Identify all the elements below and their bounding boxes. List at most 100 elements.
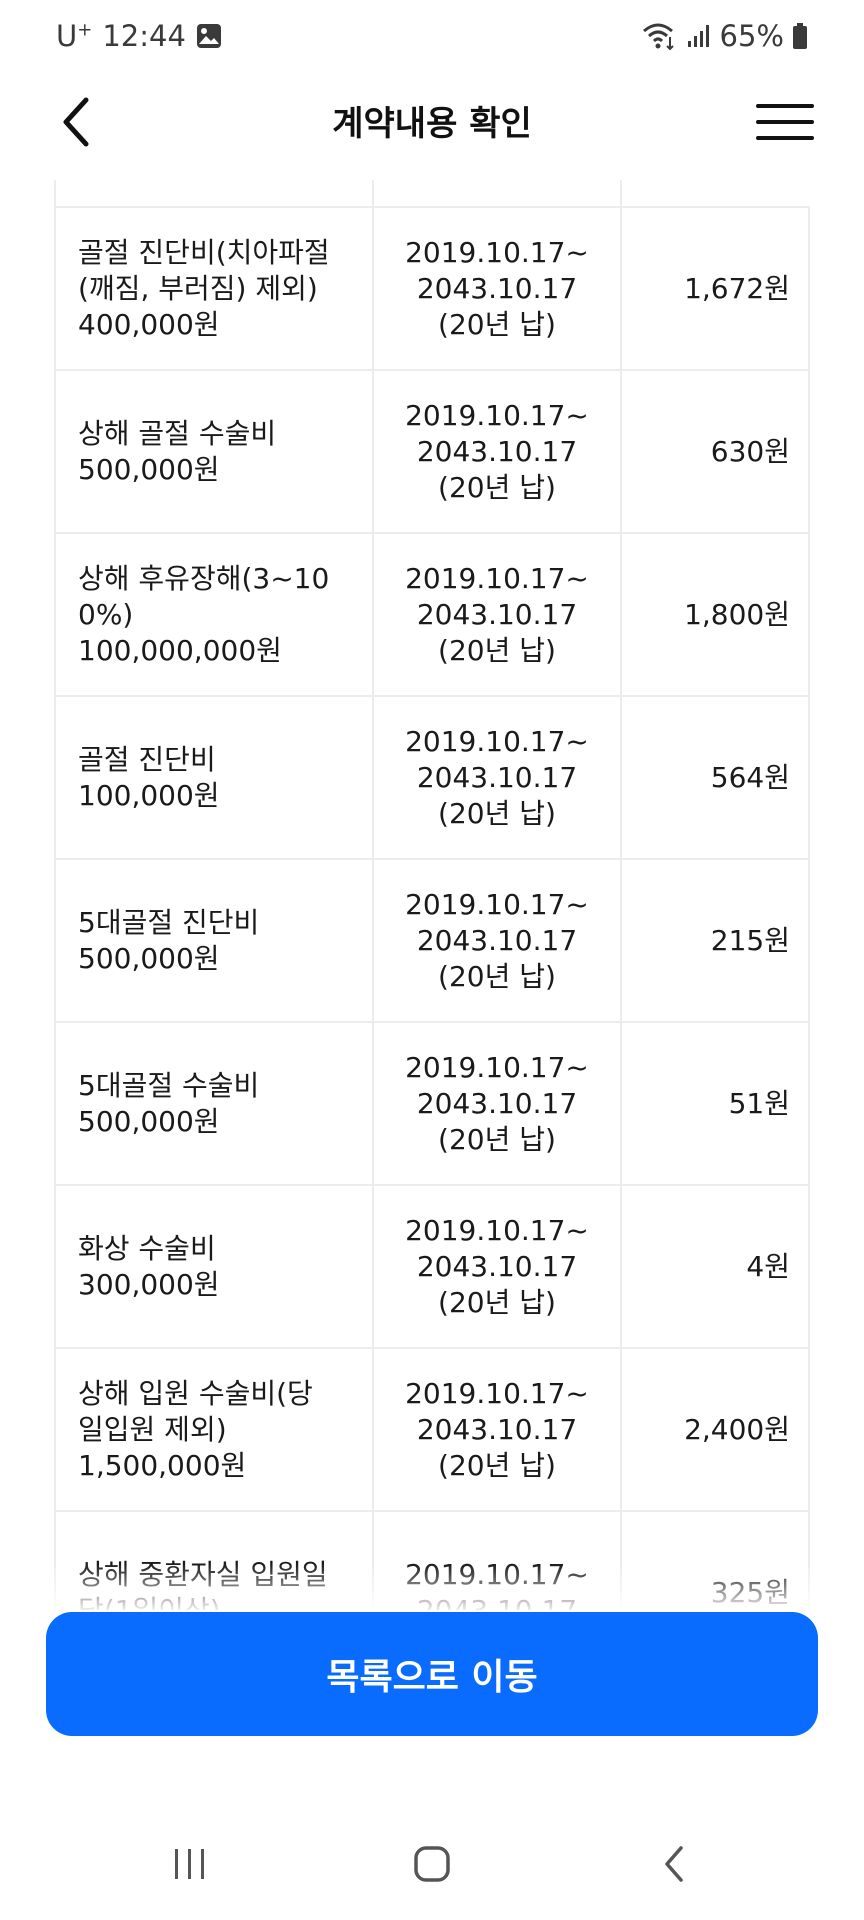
recent-apps-button[interactable] bbox=[150, 1834, 230, 1894]
period-text-line: (20년 납) bbox=[438, 1122, 556, 1156]
recent-apps-icon bbox=[175, 1849, 204, 1879]
system-back-button[interactable] bbox=[634, 1834, 714, 1894]
back-icon bbox=[665, 1846, 683, 1882]
coverage-text-line: 500,000원 bbox=[78, 452, 220, 486]
coverage-text-line: 5대골절 진단비 bbox=[78, 905, 260, 939]
coverage-text-line: (깨짐, 부러짐) 제외) bbox=[78, 271, 318, 305]
table-row: 화상 수술비 300,000원 2019.10.17~ 2043.10.17 (20년 … bbox=[54, 1186, 810, 1349]
period-text-line: 2019.10.17~ bbox=[405, 724, 589, 758]
coverage-cell: 상해 골절 수술비 500,000원 bbox=[56, 371, 374, 532]
status-left: U+ 12:44 bbox=[56, 14, 222, 58]
premium-cell: 51원 bbox=[728, 1086, 790, 1120]
coverage-cell: 상해 후유장해(3~10 0%) 100,000,000원 bbox=[56, 534, 374, 695]
home-icon bbox=[414, 1846, 450, 1882]
wifi-icon bbox=[642, 21, 678, 51]
coverage-text-line: 100,000,000원 bbox=[78, 633, 282, 667]
period-text-line: (20년 납) bbox=[438, 1285, 556, 1319]
status-bar: U+ 12:44 65% bbox=[0, 0, 864, 72]
coverage-text-line: 400,000원 bbox=[78, 307, 220, 341]
coverage-text-line: 500,000원 bbox=[78, 941, 220, 975]
home-button[interactable] bbox=[392, 1834, 472, 1894]
coverage-text-line: 300,000원 bbox=[78, 1267, 220, 1301]
go-to-list-button[interactable]: 목록으로 이동 bbox=[46, 1612, 818, 1736]
coverage-text-line: 화상 수술비 bbox=[78, 1231, 216, 1265]
navigation-bar bbox=[0, 1820, 864, 1920]
period-text-line: 2019.10.17~ bbox=[405, 1050, 589, 1084]
period-text-line: 2043.10.17 bbox=[416, 434, 578, 468]
period-text-line: 2043.10.17 bbox=[416, 271, 578, 305]
coverage-cell: 5대골절 진단비 500,000원 bbox=[56, 860, 374, 1021]
period-text-line: (20년 납) bbox=[438, 470, 556, 504]
coverage-cell: 골절 진단비 100,000원 bbox=[56, 697, 374, 858]
period-cell: 2019.10.17~ 2043.10.17 (20년 납) bbox=[374, 371, 622, 532]
coverage-cell: 골절 진단비(치아파절 (깨짐, 부러짐) 제외) 400,000원 bbox=[56, 208, 374, 369]
table-row: 상해 골절 수술비 500,000원 2019.10.17~ 2043.10.17 (2… bbox=[54, 371, 810, 534]
battery-icon bbox=[792, 22, 808, 50]
period-cell: 2019.10.17~ 2043.10.17 (20년 납) bbox=[374, 534, 622, 695]
coverage-cell: 상해 입원 수술비(당 일입원 제외) 1,500,000원 bbox=[56, 1349, 374, 1510]
period-cell: 2019.10.17~ 2043.10.17 (20년 납) bbox=[374, 1023, 622, 1184]
premium-cell: 564원 bbox=[710, 760, 790, 794]
coverage-text-line: 1,500,000원 bbox=[78, 1448, 247, 1482]
table-row: 골절 진단비 100,000원 2019.10.17~ 2043.10.17 (20년 … bbox=[54, 697, 810, 860]
period-text-line: 2019.10.17~ bbox=[405, 398, 589, 432]
period-cell: 2019.10.17~ 2043.10.17 (20년 납) bbox=[374, 697, 622, 858]
period-text-line: (20년 납) bbox=[438, 959, 556, 993]
coverage-cell: 5대골절 수술비 500,000원 bbox=[56, 1023, 374, 1184]
period-text-line: 2043.10.17 bbox=[416, 760, 578, 794]
period-text-line: 2043.10.17 bbox=[416, 923, 578, 957]
page-title: 계약내용 확인 bbox=[332, 104, 532, 144]
premium-cell: 2,400원 bbox=[684, 1412, 790, 1446]
coverage-text-line: 상해 골절 수술비 bbox=[78, 416, 277, 450]
coverage-cell: 화상 수술비 300,000원 bbox=[56, 1186, 374, 1347]
coverage-text-line: 일입원 제외) bbox=[78, 1412, 227, 1446]
period-cell: 2019.10.17~ 2043.10.17 (20년 납) bbox=[374, 1186, 622, 1347]
coverage-text-line: 상해 후유장해(3~10 bbox=[78, 561, 330, 595]
coverage-text-line: 500,000원 bbox=[78, 1104, 220, 1138]
coverage-text-line: 0%) bbox=[78, 597, 134, 631]
period-cell: 2019.10.17~ 2043.10.17 (20년 납) bbox=[374, 208, 622, 369]
period-text-line: 2019.10.17~ bbox=[405, 235, 589, 269]
premium-cell: 215원 bbox=[710, 923, 790, 957]
premium-cell: 1,672원 bbox=[684, 271, 790, 305]
coverage-text-line: 5대골절 수술비 bbox=[78, 1068, 260, 1102]
table-row-partial bbox=[54, 180, 810, 208]
table-row: 골절 진단비(치아파절 (깨짐, 부러짐) 제외) 400,000원 2019.10.… bbox=[54, 208, 810, 371]
period-text-line: 2019.10.17~ bbox=[405, 1376, 589, 1410]
table-row: 상해 입원 수술비(당 일입원 제외) 1,500,000원 2019.10.17~ 2… bbox=[54, 1349, 810, 1512]
period-text-line: 2043.10.17 bbox=[416, 1412, 578, 1446]
period-cell: 2019.10.17~ 2043.10.17 (20년 납) bbox=[374, 860, 622, 1021]
coverage-text-line: 상해 입원 수술비(당 bbox=[78, 1376, 313, 1410]
app-header: 계약내용 확인 bbox=[0, 72, 864, 172]
carrier-label: U+ bbox=[56, 19, 93, 53]
table-row: 5대골절 수술비 500,000원 2019.10.17~ 2043.10.17 (20… bbox=[54, 1023, 810, 1186]
period-text-line: (20년 납) bbox=[438, 307, 556, 341]
contract-coverage-table[interactable]: 골절 진단비(치아파절 (깨짐, 부러짐) 제외) 400,000원 2019.10.… bbox=[54, 180, 810, 1610]
period-text-line: 2043.10.17 bbox=[416, 597, 578, 631]
table-rows: 골절 진단비(치아파절 (깨짐, 부러짐) 제외) 400,000원 2019.10.… bbox=[54, 208, 810, 1610]
period-text-line: (20년 납) bbox=[438, 1448, 556, 1482]
premium-cell: 630원 bbox=[710, 434, 790, 468]
period-cell: 2019.10.17~ 2043.10.17 (20년 납) bbox=[374, 1349, 622, 1510]
gallery-icon bbox=[196, 23, 222, 49]
table-row: 5대골절 진단비 500,000원 2019.10.17~ 2043.10.17 (20… bbox=[54, 860, 810, 1023]
period-text-line: 2043.10.17 bbox=[416, 1249, 578, 1283]
period-text-line: 2019.10.17~ bbox=[405, 887, 589, 921]
period-text-line: (20년 납) bbox=[438, 633, 556, 667]
premium-cell: 1,800원 bbox=[684, 597, 790, 631]
coverage-text-line: 골절 진단비(치아파절 bbox=[78, 235, 330, 269]
hamburger-menu-icon bbox=[756, 104, 814, 108]
period-text-line: (20년 납) bbox=[438, 796, 556, 830]
coverage-text-line: 골절 진단비 bbox=[78, 742, 216, 776]
coverage-text-line: 100,000원 bbox=[78, 778, 220, 812]
clock: 12:44 bbox=[102, 19, 186, 53]
premium-cell: 4원 bbox=[746, 1249, 790, 1283]
battery-percent: 65% bbox=[719, 19, 784, 53]
status-right: 65% bbox=[642, 14, 808, 58]
period-text-line: 2019.10.17~ bbox=[405, 1213, 589, 1247]
hamburger-menu-button[interactable] bbox=[756, 94, 814, 150]
signal-icon bbox=[686, 23, 712, 49]
period-text-line: 2019.10.17~ bbox=[405, 561, 589, 595]
period-text-line: 2043.10.17 bbox=[416, 1086, 578, 1120]
table-row: 상해 후유장해(3~10 0%) 100,000,000원 2019.10.17~ 20… bbox=[54, 534, 810, 697]
